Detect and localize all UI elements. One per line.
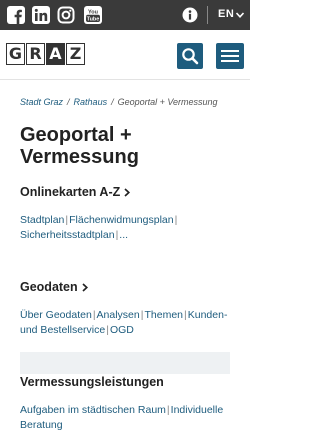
faded-background-block (20, 352, 230, 374)
section-heading-vermessungsleistungen[interactable]: Vermessungsleistungen (20, 375, 164, 389)
chevron-right-icon (82, 283, 88, 292)
instagram-icon[interactable] (57, 6, 75, 24)
breadcrumb-separator: / (111, 97, 114, 107)
site-header: G R A Z (0, 30, 250, 80)
info-icon[interactable] (182, 7, 198, 23)
geodaten-links: Über Geodaten|Analysen|Themen|Kunden- un… (20, 309, 228, 336)
section-heading-label: Onlinekarten A-Z (20, 185, 121, 199)
section-heading-onlinekarten[interactable]: Onlinekarten A-Z (20, 185, 131, 199)
logo-letter: R (26, 43, 45, 65)
language-selector[interactable]: EN (218, 8, 234, 20)
menu-button[interactable] (216, 43, 244, 69)
link-sicherheitsstadtplan[interactable]: Sicherheitsstadtplan (20, 229, 115, 241)
link-ogd[interactable]: OGD (110, 324, 134, 336)
link-ueber-geodaten[interactable]: Über Geodaten (20, 309, 92, 321)
breadcrumb-item-stadt-graz[interactable]: Stadt Graz (20, 97, 63, 107)
topbar-divider (207, 6, 208, 24)
svg-text:Tube: Tube (87, 17, 100, 23)
youtube-icon[interactable]: You Tube (84, 6, 102, 24)
search-icon (182, 48, 199, 65)
link-aufgaben-staedtischer-raum[interactable]: Aufgaben im städtischen Raum (20, 404, 166, 416)
section-heading-geodaten[interactable]: Geodaten (20, 280, 88, 294)
chevron-right-icon (124, 188, 131, 197)
link-stadtplan[interactable]: Stadtplan (20, 214, 64, 226)
page-title: Geoportal + Vermessung (20, 124, 139, 168)
breadcrumb-item-rathaus[interactable]: Rathaus (74, 97, 108, 107)
chevron-down-icon[interactable] (236, 12, 244, 18)
breadcrumb: Stadt Graz / Rathaus / Geoportal + Vermessun… (20, 97, 218, 107)
logo-letter: Z (66, 43, 85, 65)
link-analysen[interactable]: Analysen (97, 309, 140, 321)
section-heading-label: Geodaten (20, 280, 78, 294)
link-themen[interactable]: Themen (144, 309, 183, 321)
hamburger-icon (221, 50, 239, 62)
breadcrumb-item-current: Geoportal + Vermessung (117, 97, 218, 107)
vermessungsleistungen-links: Aufgaben im städtischen Raum|Individuell… (20, 404, 224, 431)
breadcrumb-separator: / (67, 97, 70, 107)
graz-logo[interactable]: G R A Z (6, 43, 86, 65)
link-flaechenwidmungsplan[interactable]: Flächenwidmungsplan (69, 214, 173, 226)
onlinekarten-links: Stadtplan|Flächenwidmungsplan| Sicherhei… (20, 214, 178, 241)
linkedin-icon[interactable] (32, 6, 50, 24)
svg-text:You: You (88, 9, 98, 15)
top-bar: You Tube EN (0, 0, 250, 30)
logo-letter: G (6, 43, 25, 65)
search-button[interactable] (177, 43, 203, 69)
link-more[interactable]: ... (119, 229, 128, 241)
logo-letter: A (46, 43, 65, 65)
facebook-icon[interactable] (7, 6, 25, 24)
